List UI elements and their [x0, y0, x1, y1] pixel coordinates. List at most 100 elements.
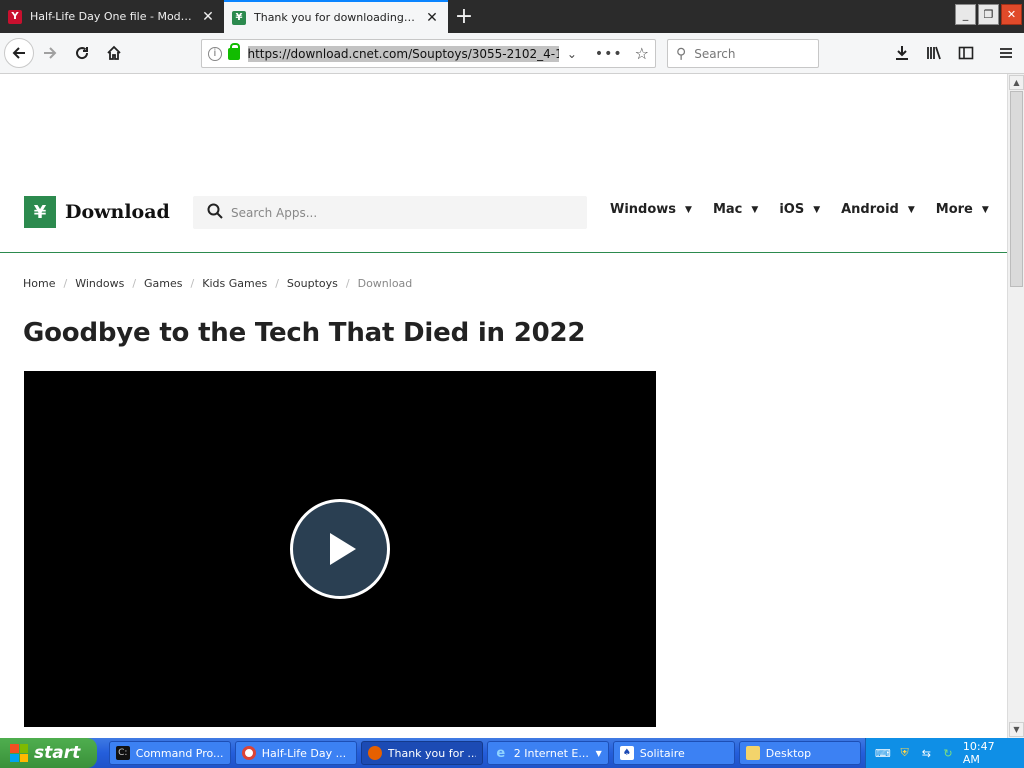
new-tab-button[interactable]: +	[448, 0, 480, 33]
clock[interactable]: 10:47 AM	[963, 740, 1014, 766]
page-title: Goodbye to the Tech That Died in 2022	[23, 318, 586, 348]
lock-icon[interactable]	[227, 42, 240, 60]
search-icon: ⚲	[676, 45, 687, 62]
close-icon[interactable]: ✕	[424, 10, 440, 26]
scroll-down-icon[interactable]: ▼	[1009, 722, 1024, 737]
tab-title: Half-Life Day One file - Mod DB	[30, 10, 194, 23]
info-icon[interactable]: i	[208, 46, 222, 61]
sync-icon[interactable]: ↻	[941, 746, 955, 760]
downloads-button[interactable]	[886, 37, 918, 69]
window-close-button[interactable]: ✕	[1001, 4, 1022, 25]
site-header: ¥ Download Search Apps... Windows ▼ Mac ▼ …	[0, 180, 1007, 253]
download-logo-icon: ¥	[24, 196, 56, 228]
nav-ios[interactable]: iOS ▼	[779, 202, 820, 217]
system-tray: ⌨ ⛨ ⇆ ↻ 10:47 AM	[864, 738, 1024, 768]
caret-down-icon: ▼	[751, 204, 759, 215]
tab-strip: Y Half-Life Day One file - Mod DB ✕ ¥ Th…	[0, 0, 1024, 33]
nav-mac[interactable]: Mac ▼	[713, 202, 758, 217]
reload-icon	[76, 47, 89, 60]
page-viewport: ¥ Download Search Apps... Windows ▼ Mac ▼ …	[0, 74, 1007, 738]
scrollbar-thumb[interactable]	[1010, 91, 1023, 287]
task-internet-explorer[interactable]: e 2 Internet E... ▼	[486, 741, 609, 765]
sidebar-button[interactable]	[950, 37, 982, 69]
bookmark-star-icon[interactable]: ☆	[635, 44, 649, 63]
task-list: C: Command Pro... Half-Life Day ... Than…	[108, 741, 865, 765]
nav-label: Android	[841, 202, 899, 217]
arrow-left-icon	[12, 47, 25, 59]
minimize-button[interactable]: _	[955, 4, 976, 25]
nav-label: More	[935, 202, 973, 217]
address-bar[interactable]: i https://download.cnet.com/Souptoys/305…	[201, 39, 656, 68]
vertical-scrollbar[interactable]: ▲ ▼	[1007, 74, 1024, 738]
taskbar: start C: Command Pro... Half-Life Day ..…	[0, 738, 1024, 768]
home-icon	[107, 45, 121, 60]
library-button[interactable]	[918, 37, 950, 69]
library-icon	[927, 46, 941, 60]
play-icon	[330, 533, 356, 565]
sidebar-icon	[958, 46, 974, 60]
home-button[interactable]	[98, 37, 130, 69]
restore-button[interactable]: ❐	[978, 4, 999, 25]
windows-flag-icon	[10, 744, 28, 762]
task-firefox[interactable]: Thank you for ...	[360, 741, 483, 765]
breadcrumb-kids-games[interactable]: Kids Games	[202, 277, 267, 290]
scroll-up-icon[interactable]: ▲	[1009, 75, 1024, 90]
nav-windows[interactable]: Windows ▼	[610, 202, 692, 217]
window-controls: _ ❐ ✕	[955, 0, 1024, 33]
solitaire-icon: ♠	[619, 746, 634, 760]
play-button[interactable]	[290, 499, 390, 599]
site-search-input[interactable]: Search Apps...	[193, 196, 587, 229]
forward-button[interactable]	[34, 37, 66, 69]
video-player[interactable]	[24, 371, 656, 727]
tab-moddb[interactable]: Y Half-Life Day One file - Mod DB ✕	[0, 0, 224, 33]
keyboard-icon[interactable]: ⌨	[875, 746, 891, 760]
toolbar-right	[886, 37, 1022, 69]
task-label: Solitaire	[639, 746, 685, 760]
breadcrumb: Home / Windows / Games / Kids Games / Soupto…	[23, 277, 413, 290]
task-desktop[interactable]: Desktop	[738, 741, 861, 765]
chevron-down-icon[interactable]: ⌄	[567, 47, 577, 61]
browser-search-input[interactable]: ⚲ Search	[667, 39, 819, 68]
reload-button[interactable]	[66, 37, 98, 69]
breadcrumb-souptoys[interactable]: Souptoys	[287, 277, 338, 290]
menu-button[interactable]	[990, 37, 1022, 69]
security-shield-icon[interactable]: ⛨	[898, 746, 912, 760]
back-button[interactable]	[4, 38, 34, 68]
nav-more[interactable]: More ▼	[936, 202, 989, 217]
navigation-toolbar: i https://download.cnet.com/Souptoys/305…	[0, 33, 1024, 74]
task-label: Desktop	[765, 746, 812, 760]
close-icon[interactable]: ✕	[200, 9, 216, 25]
task-label: 2 Internet E...	[513, 746, 589, 760]
breadcrumb-games[interactable]: Games	[144, 277, 182, 290]
network-icon[interactable]: ⇆	[919, 746, 933, 760]
task-chrome[interactable]: Half-Life Day ...	[234, 741, 357, 765]
task-solitaire[interactable]: ♠ Solitaire	[612, 741, 735, 765]
firefox-icon	[367, 746, 382, 760]
search-icon	[207, 203, 223, 223]
page-actions-icon[interactable]: •••	[595, 46, 623, 62]
logo-text: Download	[65, 201, 170, 223]
start-label: start	[34, 743, 81, 763]
search-placeholder: Search	[694, 46, 736, 61]
nav-label: iOS	[779, 202, 805, 217]
arrow-right-icon	[44, 47, 57, 59]
start-button[interactable]: start	[0, 738, 97, 768]
caret-down-icon: ▼	[685, 204, 692, 215]
caret-down-icon: ▼	[981, 204, 989, 215]
tab-download[interactable]: ¥ Thank you for downloading Souptoys ✕	[224, 0, 448, 33]
task-command-prompt[interactable]: C: Command Pro...	[108, 741, 231, 765]
url-text[interactable]: https://download.cnet.com/Souptoys/3055-…	[247, 45, 559, 62]
platform-nav: Windows ▼ Mac ▼ iOS ▼ Android ▼ More ▼	[610, 202, 1007, 217]
breadcrumb-windows[interactable]: Windows	[75, 277, 124, 290]
tab-title: Thank you for downloading Souptoys	[254, 11, 418, 24]
moddb-icon: Y	[8, 9, 22, 24]
nav-android[interactable]: Android ▼	[841, 202, 915, 217]
breadcrumb-home[interactable]: Home	[23, 277, 55, 290]
task-label: Command Pro...	[135, 746, 224, 760]
nav-label: Windows	[610, 202, 677, 217]
download-icon: ¥	[232, 10, 246, 25]
task-label: Thank you for ...	[387, 746, 476, 760]
chevron-down-icon: ▼	[595, 748, 602, 758]
folder-icon	[745, 746, 760, 760]
site-logo[interactable]: ¥ Download	[24, 196, 170, 228]
